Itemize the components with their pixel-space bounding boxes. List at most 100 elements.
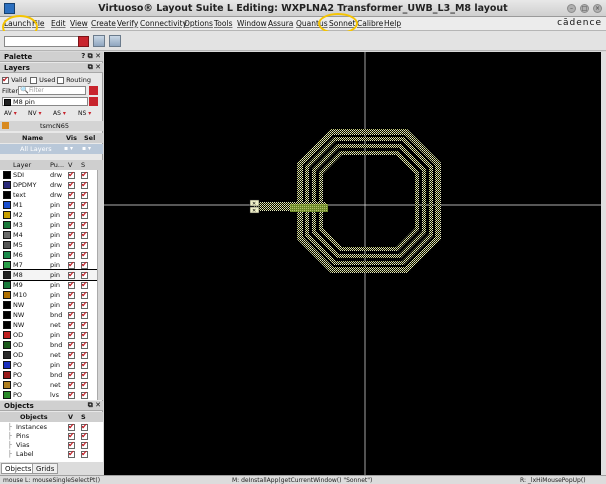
layers-controls-icon[interactable]: ⧉ ✕ <box>88 63 101 72</box>
layer-row[interactable]: M7 pin <box>0 260 97 270</box>
layer-visible-checkbox[interactable] <box>68 200 75 209</box>
layer-selectable-checkbox[interactable] <box>81 350 88 359</box>
objects-controls-icon[interactable]: ⧉ ✕ <box>88 401 101 410</box>
filter-input[interactable]: 🔍 Filter <box>18 86 86 95</box>
layer-selectable-checkbox[interactable] <box>81 220 88 229</box>
layer-selectable-checkbox[interactable] <box>81 340 88 349</box>
layer-selectable-checkbox[interactable] <box>81 360 88 369</box>
layer-row[interactable]: OD pin <box>0 330 97 340</box>
layer-visible-checkbox[interactable] <box>68 370 75 379</box>
object-selectable-checkbox[interactable] <box>81 449 88 458</box>
layer-selectable-checkbox[interactable] <box>81 200 88 209</box>
layer-list-scrollbar[interactable] <box>97 170 103 400</box>
layer-visible-checkbox[interactable] <box>68 320 75 329</box>
command-field[interactable] <box>4 36 89 47</box>
layer-row[interactable]: M8 pin <box>0 269 97 281</box>
layer-row[interactable]: NW net <box>0 320 97 330</box>
layer-selectable-checkbox[interactable] <box>81 180 88 189</box>
as-button[interactable]: AS ▾ <box>53 110 66 117</box>
tab-grids[interactable]: Grids <box>32 463 59 474</box>
all-layers-vis-icon[interactable]: ▪ ▾ <box>64 145 73 152</box>
palette-controls-icon[interactable]: ? ⧉ ✕ <box>81 52 101 61</box>
routing-checkbox[interactable]: Routing <box>57 76 91 84</box>
layer-row[interactable]: DPDMY drw <box>0 180 97 190</box>
layer-visible-checkbox[interactable] <box>68 220 75 229</box>
layer-row[interactable]: M3 pin <box>0 220 97 230</box>
tab-objects[interactable]: Objects <box>1 463 36 474</box>
object-visible-checkbox[interactable] <box>68 449 75 458</box>
layer-selectable-checkbox[interactable] <box>81 210 88 219</box>
layer-selectable-checkbox[interactable] <box>81 270 88 279</box>
layer-row[interactable]: PO pin <box>0 360 97 370</box>
filter-dropdown-icon[interactable] <box>89 86 98 95</box>
ns-button[interactable]: NS ▾ <box>78 110 91 117</box>
layer-row[interactable]: M1 pin <box>0 200 97 210</box>
layer-row[interactable]: M4 pin <box>0 230 97 240</box>
layer-visible-checkbox[interactable] <box>68 260 75 269</box>
layer-row[interactable]: NW pin <box>0 300 97 310</box>
menu-help[interactable]: Help <box>384 19 401 28</box>
layer-visible-checkbox[interactable] <box>68 180 75 189</box>
layer-visible-checkbox[interactable] <box>68 280 75 289</box>
layer-row[interactable]: PO bnd <box>0 370 97 380</box>
layer-visible-checkbox[interactable] <box>68 340 75 349</box>
layer-selectable-checkbox[interactable] <box>81 300 88 309</box>
maximize-icon[interactable]: □ <box>580 4 589 13</box>
toolbar-window-icon[interactable] <box>93 35 105 47</box>
layer-selectable-checkbox[interactable] <box>81 320 88 329</box>
layer-visible-checkbox[interactable] <box>68 290 75 299</box>
layer-selectable-checkbox[interactable] <box>81 330 88 339</box>
nv-button[interactable]: NV ▾ <box>28 110 42 117</box>
layer-selectable-checkbox[interactable] <box>81 370 88 379</box>
layer-selectable-checkbox[interactable] <box>81 230 88 239</box>
menu-assura[interactable]: Assura <box>268 19 293 28</box>
menu-create[interactable]: Create <box>91 19 116 28</box>
menu-edit[interactable]: Edit <box>51 19 66 28</box>
layer-visible-checkbox[interactable] <box>68 310 75 319</box>
layout-canvas[interactable]: ✕ ✕ <box>104 52 601 475</box>
layer-selectable-checkbox[interactable] <box>81 280 88 289</box>
layer-visible-checkbox[interactable] <box>68 300 75 309</box>
close-icon[interactable]: × <box>593 4 602 13</box>
layer-row[interactable]: OD bnd <box>0 340 97 350</box>
layer-visible-checkbox[interactable] <box>68 190 75 199</box>
layer-visible-checkbox[interactable] <box>68 240 75 249</box>
layer-visible-checkbox[interactable] <box>68 360 75 369</box>
minimize-icon[interactable]: – <box>567 4 576 13</box>
layer-selectable-checkbox[interactable] <box>81 260 88 269</box>
used-checkbox[interactable]: Used <box>30 76 55 84</box>
layer-row[interactable]: M6 pin <box>0 250 97 260</box>
layer-dropdown-icon[interactable] <box>89 97 98 106</box>
layer-visible-checkbox[interactable] <box>68 350 75 359</box>
layer-visible-checkbox[interactable] <box>68 380 75 389</box>
layer-visible-checkbox[interactable] <box>68 250 75 259</box>
layer-selectable-checkbox[interactable] <box>81 290 88 299</box>
current-layer-select[interactable]: M8 pin <box>2 97 88 106</box>
layer-selectable-checkbox[interactable] <box>81 250 88 259</box>
object-row[interactable]: ├ Label <box>0 449 97 459</box>
layer-row[interactable]: M2 pin <box>0 210 97 220</box>
menu-connectivity[interactable]: Connectivity <box>140 19 187 28</box>
menu-calibre[interactable]: Calibre <box>357 19 383 28</box>
layer-visible-checkbox[interactable] <box>68 270 75 279</box>
menu-tools[interactable]: Tools <box>214 19 232 28</box>
layer-visible-checkbox[interactable] <box>68 210 75 219</box>
layer-visible-checkbox[interactable] <box>68 330 75 339</box>
layer-row[interactable]: NW bnd <box>0 310 97 320</box>
command-dropdown-icon[interactable] <box>78 36 89 47</box>
layer-selectable-checkbox[interactable] <box>81 170 88 179</box>
layer-row[interactable]: M10 pin <box>0 290 97 300</box>
av-button[interactable]: AV ▾ <box>4 110 17 117</box>
layer-row[interactable]: SDI drw <box>0 170 97 180</box>
layer-row[interactable]: M9 pin <box>0 280 97 290</box>
all-layers-row[interactable]: All Layers ▪ ▾ ▪ ▾ <box>0 144 103 154</box>
menu-verify[interactable]: Verify <box>117 19 138 28</box>
all-layers-sel-icon[interactable]: ▪ ▾ <box>82 145 91 152</box>
layer-row[interactable]: PO net <box>0 380 97 390</box>
layer-row[interactable]: PO lvs <box>0 390 97 400</box>
layer-selectable-checkbox[interactable] <box>81 240 88 249</box>
inductor-coil[interactable]: ✕ ✕ <box>249 129 441 273</box>
menu-options[interactable]: Options <box>184 19 213 28</box>
layer-row[interactable]: M5 pin <box>0 240 97 250</box>
layer-visible-checkbox[interactable] <box>68 230 75 239</box>
